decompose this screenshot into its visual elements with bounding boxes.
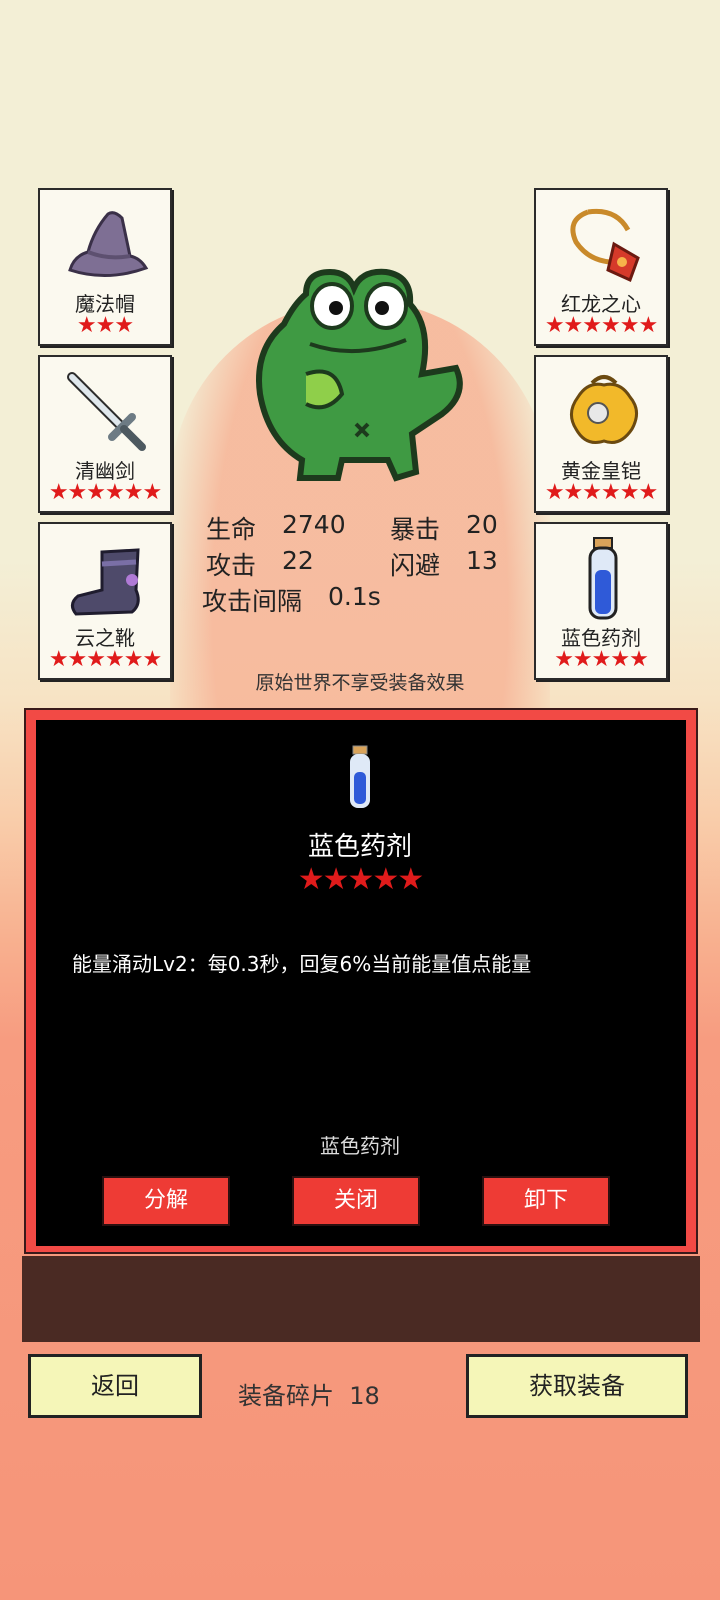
slot-sword[interactable]: 清幽剑 ★★★★★★ — [38, 355, 172, 513]
crit-value: 20 — [466, 510, 498, 539]
item-stars: ★★★★★ — [297, 862, 424, 897]
interval-label: 攻击间隔 — [202, 587, 303, 616]
frog-character-icon — [256, 268, 463, 482]
crit-label: 暴击 — [390, 515, 441, 544]
item-description: 能量涌动Lv2：每0.3秒，回复6%当前能量值点能量 — [72, 952, 532, 976]
slot-stars: ★★★ — [76, 313, 134, 338]
blue-potion-icon — [588, 537, 618, 620]
close-button[interactable]: 关闭 — [292, 1176, 420, 1226]
slot-wizard-hat[interactable]: 魔法帽 ★★★ — [38, 188, 172, 346]
slot-golden-armor[interactable]: 黄金皇铠 ★★★★★★ — [534, 355, 668, 513]
unequip-button[interactable]: 卸下 — [482, 1176, 610, 1226]
atk-value: 22 — [282, 546, 314, 575]
panel-base — [22, 1256, 700, 1342]
sword-icon — [67, 372, 146, 451]
slot-stars: ★★★★★★ — [544, 313, 658, 338]
golden-armor-icon — [570, 375, 638, 444]
fragments-value: 18 — [349, 1382, 380, 1410]
blue-potion-icon — [350, 745, 370, 808]
slot-stars: ★★★★★★ — [48, 480, 162, 505]
slot-amulet[interactable]: 红龙之心 ★★★★★★ — [534, 188, 668, 346]
atk-label: 攻击 — [206, 551, 257, 580]
slot-blue-potion[interactable]: 蓝色药剂 ★★★★★ — [534, 522, 668, 680]
fragments-counter: 装备碎片 18 — [238, 1376, 380, 1411]
amulet-icon — [570, 208, 640, 283]
equipment-note: 原始世界不享受装备效果 — [255, 672, 465, 694]
boot-icon — [71, 548, 140, 616]
item-title: 蓝色药剂 — [307, 832, 412, 862]
hp-value: 2740 — [282, 510, 346, 539]
decompose-button[interactable]: 分解 — [102, 1176, 230, 1226]
fragments-label: 装备碎片 — [238, 1382, 334, 1410]
get-equipment-button[interactable]: 获取装备 — [466, 1354, 688, 1418]
slot-stars: ★★★★★★ — [544, 480, 658, 505]
slot-boot[interactable]: 云之靴 ★★★★★★ — [38, 522, 172, 680]
hp-label: 生命 — [206, 515, 257, 544]
dodge-label: 闪避 — [390, 551, 441, 580]
interval-value: 0.1s — [328, 582, 381, 611]
item-subtitle: 蓝色药剂 — [320, 1134, 400, 1158]
back-button[interactable]: 返回 — [28, 1354, 202, 1418]
dodge-value: 13 — [466, 546, 498, 575]
wizard-hat-icon — [68, 211, 149, 278]
